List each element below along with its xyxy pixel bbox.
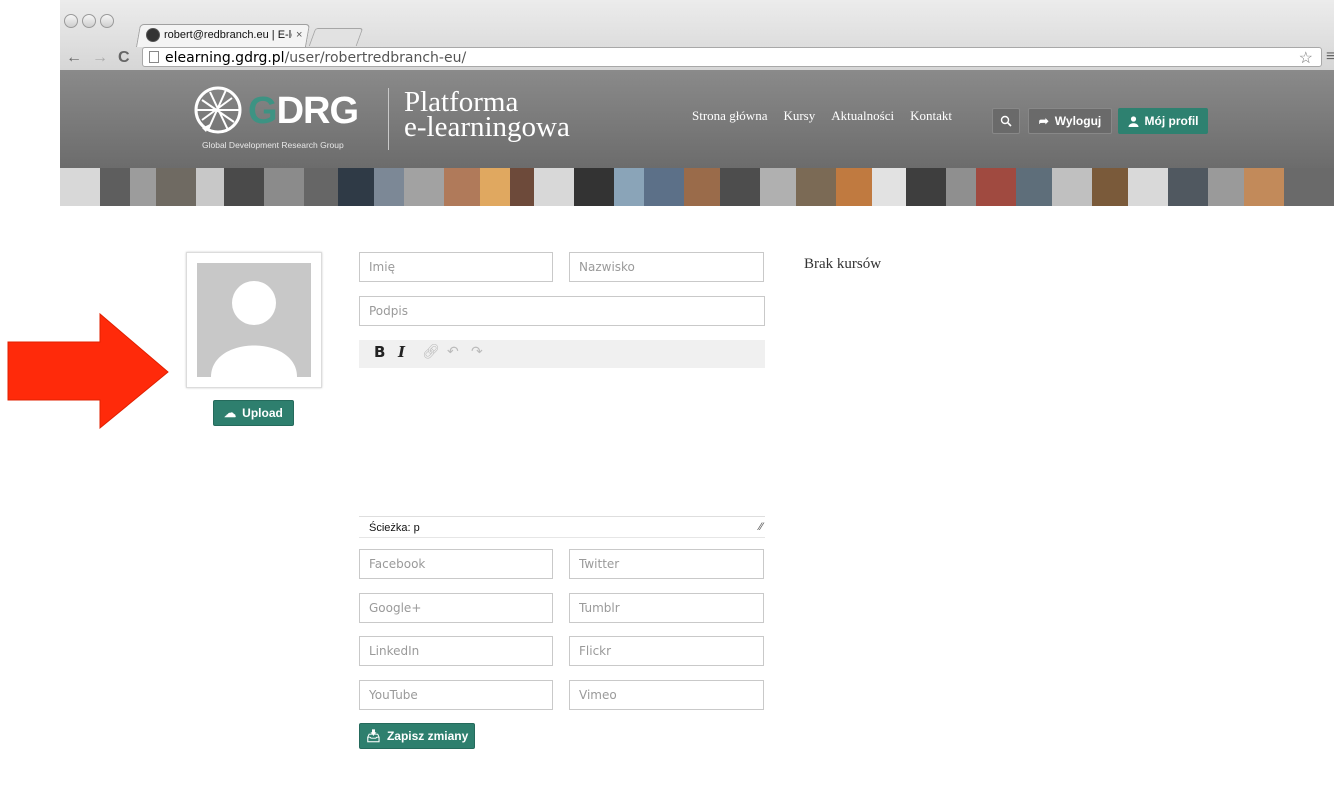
red-arrow-annotation bbox=[7, 312, 169, 430]
editor-toolbar: B I 🔗︎ ↶ ↷ bbox=[359, 340, 765, 369]
window-controls[interactable] bbox=[64, 14, 118, 33]
save-changes-button[interactable]: 📥︎ Zapisz zmiany bbox=[359, 723, 475, 749]
undo-icon[interactable]: ↶ bbox=[447, 343, 459, 360]
google-plus-field[interactable] bbox=[359, 593, 553, 623]
url-host: elearning.gdrg.pl bbox=[165, 50, 285, 66]
reload-icon[interactable]: C bbox=[118, 50, 130, 66]
search-icon bbox=[1000, 115, 1012, 127]
tumblr-field[interactable] bbox=[569, 593, 764, 623]
save-changes-label: Zapisz zmiany bbox=[386, 729, 469, 743]
logo-wordmark: GDRG bbox=[248, 90, 359, 133]
url-text[interactable]: elearning.gdrg.pl/user/robertredbranch-e… bbox=[165, 50, 466, 66]
logo-letters-drg: DRG bbox=[276, 90, 359, 132]
globe-logo-icon bbox=[194, 86, 242, 134]
forward-arrow-icon[interactable]: → bbox=[92, 50, 108, 66]
url-path: /user/robertredbranch-eu/ bbox=[284, 50, 467, 66]
editor-path-text: Ścieżka: p bbox=[369, 522, 420, 534]
redo-icon[interactable]: ↷ bbox=[471, 343, 483, 360]
default-user-icon bbox=[211, 281, 297, 377]
signature-field[interactable] bbox=[359, 296, 765, 326]
menu-item-contact[interactable]: Kontakt bbox=[910, 108, 952, 124]
logo-subtitle: Global Development Research Group bbox=[202, 140, 344, 150]
first-name-field[interactable] bbox=[359, 252, 553, 282]
new-tab-button[interactable] bbox=[308, 28, 364, 46]
site-favicon-icon bbox=[146, 28, 160, 42]
browser-tab[interactable]: robert@redbranch.eu | E-le × bbox=[140, 24, 310, 46]
my-profile-button[interactable]: Mój profil bbox=[1118, 108, 1208, 134]
menu-item-home[interactable]: Strona główna bbox=[692, 108, 767, 124]
search-button[interactable] bbox=[992, 108, 1020, 134]
logo-letter-g: G bbox=[248, 90, 278, 132]
bookmark-star-icon[interactable]: ☆ bbox=[1299, 48, 1313, 68]
inbox-download-icon: 📥︎ bbox=[365, 729, 381, 743]
resize-handle-icon[interactable]: ⁄⁄ bbox=[759, 521, 763, 533]
editor-content-area[interactable] bbox=[359, 368, 765, 516]
main-menu: Strona główna Kursy Aktualności Kontakt bbox=[692, 108, 952, 124]
profile-page: ☁ Upload B I 🔗︎ ↶ ↷ Ścieżka: p ⁄⁄ 📥︎ Zapis… bbox=[60, 206, 1334, 790]
gdrg-logo[interactable]: GDRG Global Development Research Group bbox=[192, 84, 372, 154]
editor-path-bar: Ścieżka: p ⁄⁄ bbox=[359, 516, 765, 538]
avatar-frame bbox=[186, 252, 322, 388]
avatar-placeholder bbox=[197, 263, 311, 377]
logout-button[interactable]: ➦ Wyloguj bbox=[1028, 108, 1112, 134]
my-profile-label: Mój profil bbox=[1144, 114, 1199, 128]
upload-label: Upload bbox=[242, 406, 283, 420]
bold-button[interactable]: B bbox=[374, 343, 385, 361]
close-window-icon[interactable] bbox=[64, 14, 78, 28]
header-divider bbox=[388, 88, 389, 150]
vimeo-field[interactable] bbox=[569, 680, 764, 710]
platform-title-line2: e-learningowa bbox=[404, 111, 570, 143]
menu-item-news[interactable]: Aktualności bbox=[831, 108, 894, 124]
share-arrow-icon: ➦ bbox=[1038, 114, 1049, 128]
upload-button[interactable]: ☁ Upload bbox=[213, 400, 294, 426]
address-bar[interactable]: elearning.gdrg.pl/user/robertredbranch-e… bbox=[142, 47, 1322, 67]
tab-close-icon[interactable]: × bbox=[296, 29, 302, 41]
flickr-field[interactable] bbox=[569, 636, 764, 666]
tab-title: robert@redbranch.eu | E-le bbox=[164, 29, 292, 41]
no-courses-text: Brak kursów bbox=[804, 256, 882, 272]
linkedin-field[interactable] bbox=[359, 636, 553, 666]
minimize-window-icon[interactable] bbox=[82, 14, 96, 28]
menu-item-courses[interactable]: Kursy bbox=[783, 108, 815, 124]
banner-strip bbox=[60, 168, 1334, 206]
platform-title: Platforma e-learningowa bbox=[404, 88, 570, 143]
logout-label: Wyloguj bbox=[1054, 114, 1102, 128]
last-name-field[interactable] bbox=[569, 252, 764, 282]
back-arrow-icon[interactable]: ← bbox=[66, 50, 82, 66]
site-header: GDRG Global Development Research Group P… bbox=[60, 70, 1334, 168]
facebook-field[interactable] bbox=[359, 549, 553, 579]
browser-menu-icon[interactable]: ≡ bbox=[1326, 49, 1334, 65]
page-icon bbox=[149, 51, 159, 63]
maximize-window-icon[interactable] bbox=[100, 14, 114, 28]
user-icon bbox=[1128, 115, 1138, 127]
cloud-upload-icon: ☁ bbox=[224, 406, 237, 420]
twitter-field[interactable] bbox=[569, 549, 764, 579]
youtube-field[interactable] bbox=[359, 680, 553, 710]
italic-button[interactable]: I bbox=[398, 343, 405, 361]
navigation-bar: ← → C elearning.gdrg.pl/user/robertredbr… bbox=[60, 47, 1334, 69]
link-icon[interactable]: 🔗︎ bbox=[422, 343, 440, 360]
browser-chrome: robert@redbranch.eu | E-le × ← → C elear… bbox=[60, 0, 1334, 71]
